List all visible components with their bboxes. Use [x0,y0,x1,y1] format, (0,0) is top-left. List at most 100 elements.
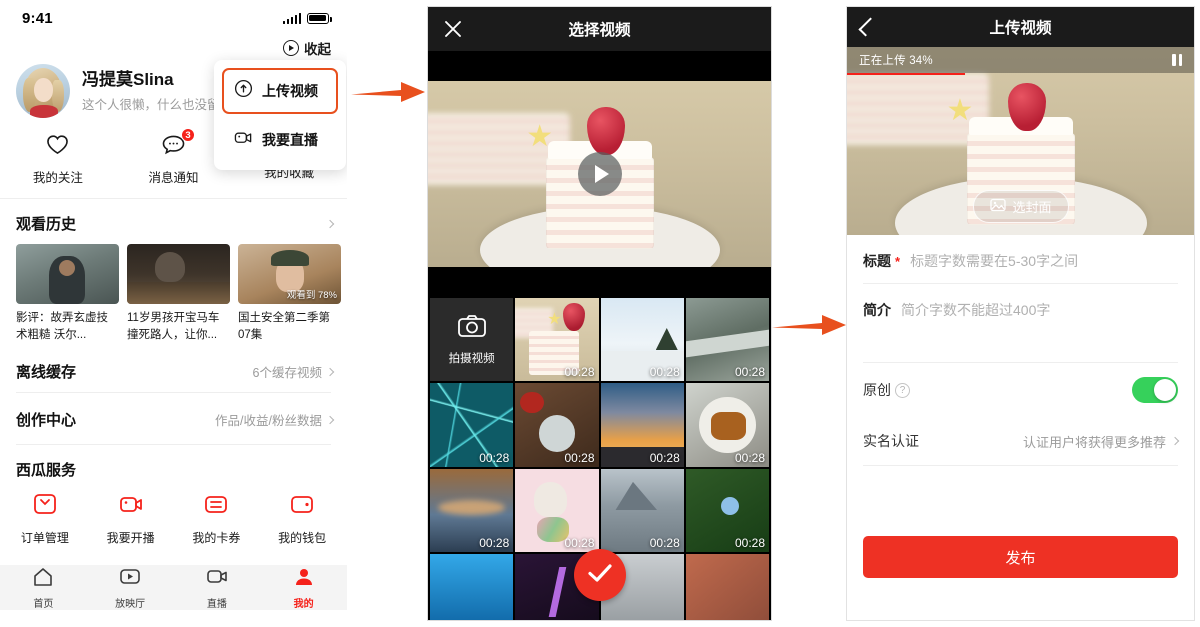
shoot-label: 拍摄视频 [448,352,495,365]
verify-row[interactable]: 实名认证 认证用户将获得更多推荐 [847,417,1194,465]
thumbnail-cell[interactable]: 00:28 [685,468,769,552]
menu-label: 上传视频 [262,83,318,99]
service-order[interactable]: 订单管理 [2,492,88,546]
choose-cover-button[interactable]: 选封面 [972,190,1069,223]
verify-value: 认证用户将获得更多推荐 [1022,434,1166,450]
chevron-right-icon [1170,436,1180,446]
creator-row[interactable]: 创作中心 作品/收益/粉丝数据 [0,393,347,444]
list-item[interactable]: 影评：故弄玄虚技术粗糙 沃尔... [16,244,119,343]
thumbnail-cell[interactable] [430,553,514,620]
thumbnail-cell[interactable]: 00:28 [430,468,514,552]
menu-label: 我要直播 [262,132,318,148]
close-icon[interactable] [444,20,462,38]
thumbnail-cell[interactable]: 00:28 [515,383,599,467]
history-thumbnail: 观看到 78% [238,244,341,304]
creator-title: 创作中心 [16,412,77,430]
list-item[interactable]: 全12集 11岁男孩开宝马车撞死路人，让你... [127,244,230,343]
thumbnail-cell[interactable]: ★ 00:28 [515,298,599,382]
original-toggle-row: 原创 ? [847,363,1194,417]
service-live[interactable]: 我要开播 [88,492,174,546]
tab-live[interactable]: 直播 [174,566,261,610]
history-header[interactable]: 观看历史 [0,199,347,244]
home-icon [31,566,55,592]
play-circle-icon [283,40,299,56]
duration-label: 00:28 [649,365,680,380]
publish-button[interactable]: 发布 [863,536,1178,578]
thumbnail-cell[interactable]: 00:28 [600,298,684,382]
thumbnail-cell[interactable] [685,553,769,620]
avatar[interactable] [16,64,70,118]
play-icon[interactable] [577,151,622,196]
wallet-icon [289,492,315,521]
verify-value-wrap: 认证用户将获得更多推荐 [1022,432,1180,451]
thumbnail-cell[interactable]: 00:28 [600,383,684,467]
duration-label: 00:28 [564,535,595,550]
duration-label: 00:28 [479,450,510,465]
duration-label: 00:28 [479,535,510,550]
question-icon[interactable]: ? [895,382,910,398]
tab-label: 我的 [293,598,314,610]
theater-icon [118,566,142,592]
menu-item-go-live[interactable]: 我要直播 [214,118,346,162]
required-marker: * [895,253,901,269]
upload-navbar: 上传视频 [847,7,1194,47]
coupon-icon [203,492,229,521]
history-title: 观看历史 [16,216,77,233]
duration-label: 00:28 [734,365,765,380]
collapse-row: 收起 [0,36,347,58]
profile-screen: 9:41 收起 冯提莫Slina 这个人很懒，什么也没留 我的关注 3 消息通知… [0,0,347,610]
history-thumbnail: 全12集 [127,244,230,304]
camera-icon [457,314,487,343]
pause-icon[interactable] [1172,54,1182,66]
history-thumbnail [16,244,119,304]
tab-label: 放映厅 [115,598,146,610]
offline-row[interactable]: 离线缓存 6个缓存视频 [0,343,347,392]
description-field-row[interactable]: 简介 简介字数不能超过400字 [847,284,1194,362]
history-list[interactable]: 影评：故弄玄虚技术粗糙 沃尔... 全12集 11岁男孩开宝马车撞死路人，让你.… [0,244,347,343]
description-input[interactable]: 简介字数不能超过400字 [901,300,1050,320]
tab-theater[interactable]: 放映厅 [87,566,174,610]
original-switch[interactable] [1132,377,1178,403]
thumbnail-cell[interactable]: 00:28 [600,468,684,552]
tab-home[interactable]: 首页 [0,566,87,610]
stat-label: 消息通知 [148,171,199,185]
tab-profile[interactable]: 我的 [260,566,347,610]
history-tag: 全12集 [196,290,226,301]
upload-title: 上传视频 [989,20,1052,37]
video-preview[interactable] [428,51,771,296]
picker-navbar: 选择视频 [428,7,771,51]
shoot-video-button[interactable]: 拍摄视频 [430,298,514,382]
thumbnail-cell[interactable]: 00:28 [515,468,599,552]
history-title-text: 11岁男孩开宝马车撞死路人，让你... [127,312,220,341]
creator-value-wrap[interactable]: 作品/收益/粉丝数据 [215,410,335,429]
title-input[interactable]: 标题字数需要在5-30字之间 [910,251,1078,271]
heart-icon [46,134,69,160]
history-more[interactable] [325,219,335,228]
order-icon [32,492,58,521]
stat-following[interactable]: 我的关注 [0,134,116,186]
flow-arrow-2 [772,308,848,347]
services-grid: 订单管理 我要开播 我的卡券 我的钱包 [0,492,347,552]
battery-icon [307,12,332,24]
thumbnail-cell[interactable]: 00:28 [430,383,514,467]
duration-label: 00:28 [734,450,765,465]
thumbnail-cell[interactable]: 00:28 [685,383,769,467]
offline-value: 6个缓存视频 [252,366,322,381]
menu-item-upload-video[interactable]: 上传视频 [222,68,338,114]
camcorder-icon [234,129,253,151]
confirm-selection-button[interactable] [574,549,626,601]
user-bio: 这个人很懒，什么也没留 [82,97,220,112]
bottom-tab-bar: 首页 放映厅 直播 我的 [0,565,347,610]
thumbnail-cell[interactable]: 00:28 [685,298,769,382]
services-title: 西瓜服务 [16,462,77,480]
tab-label: 直播 [206,598,227,610]
screenshot-stage: 9:41 收起 冯提莫Slina 这个人很懒，什么也没留 我的关注 3 消息通知… [0,0,1200,627]
list-item[interactable]: 观看到 78% 国土安全第二季第07集 [238,244,341,343]
title-field-row[interactable]: 标题 * 标题字数需要在5-30字之间 [847,235,1194,283]
offline-value-wrap[interactable]: 6个缓存视频 [252,362,335,381]
message-icon: 3 [161,128,195,160]
service-wallet[interactable]: 我的钱包 [259,492,345,546]
collapse-button[interactable]: 收起 [283,38,331,58]
service-coupon[interactable]: 我的卡券 [174,492,260,546]
live-tab-icon [205,566,229,592]
